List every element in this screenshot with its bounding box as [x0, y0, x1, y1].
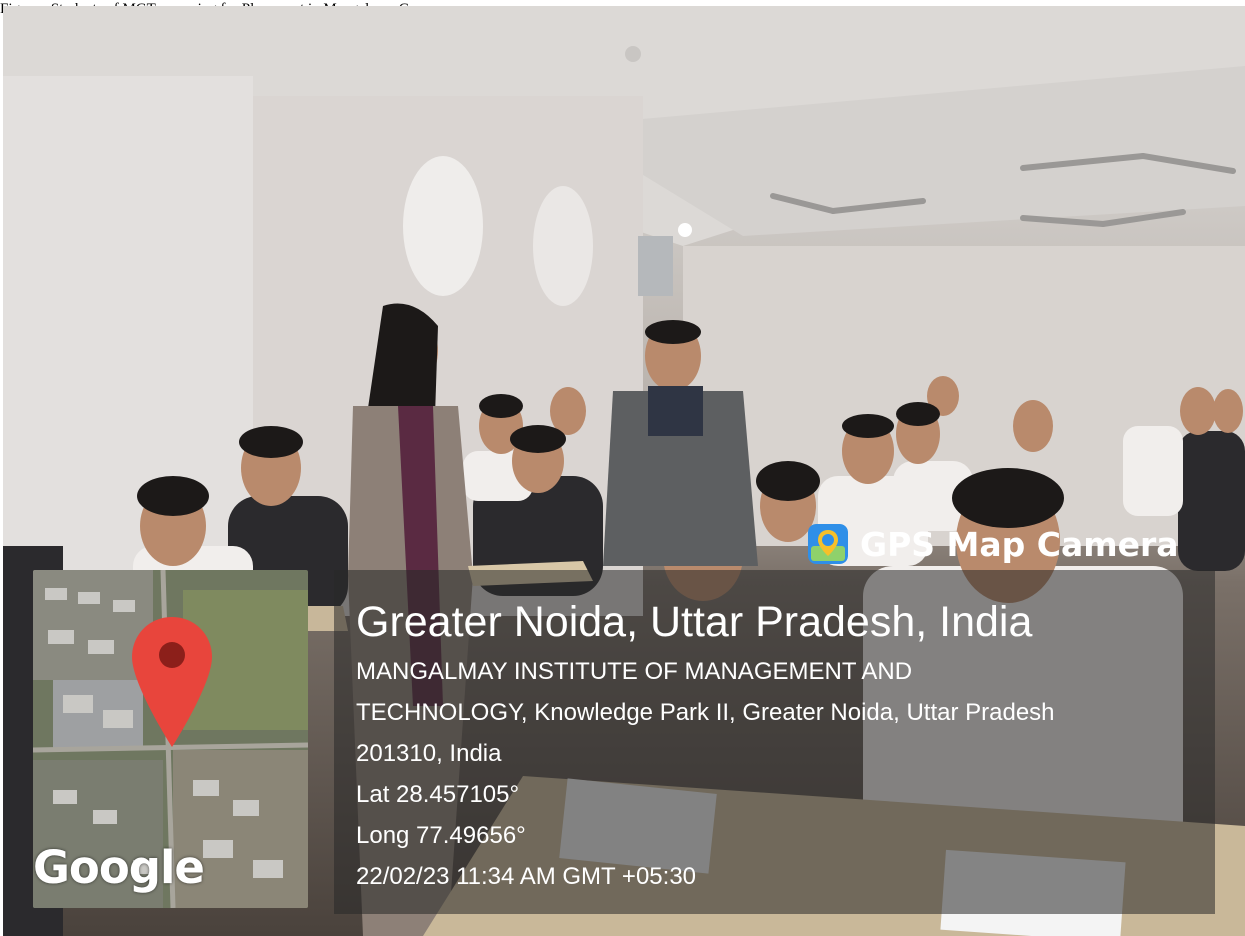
google-map-logo: Google: [33, 841, 205, 894]
gps-map-camera-badge: GPS Map Camera: [808, 519, 1179, 569]
latitude-readout: Lat 28.457105°: [356, 781, 520, 808]
address-line-2: TECHNOLOGY, Knowledge Park II, Greater N…: [356, 699, 1055, 726]
longitude-readout: Long 77.49656°: [356, 822, 526, 849]
map-pin-icon: [132, 617, 212, 747]
address-line-1: MANGALMAY INSTITUTE OF MANAGEMENT AND: [356, 658, 913, 685]
address-line-3: 201310, India: [356, 740, 502, 767]
location-title: Greater Noida, Uttar Pradesh, India: [356, 598, 1033, 646]
app-name-label: GPS Map Camera: [860, 524, 1179, 564]
timestamp-readout: 22/02/23 11:34 AM GMT +05:30: [356, 863, 697, 890]
gps-map-camera-icon: [808, 524, 848, 564]
satellite-map-thumbnail: Google: [33, 570, 308, 908]
